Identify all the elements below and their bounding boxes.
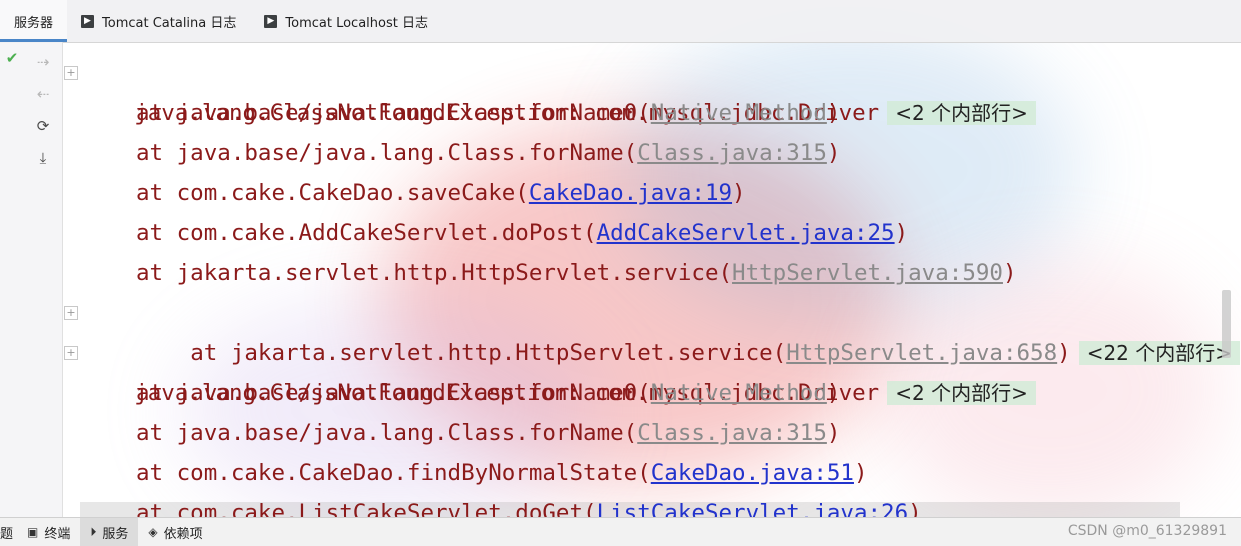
tab-services[interactable]: ⏵ 服务 <box>80 518 139 546</box>
expand-icon[interactable]: + <box>64 346 78 360</box>
stack-frame: at java.base/java.lang.Class.forName(Cla… <box>136 420 841 446</box>
stack-frame: at jakarta.servlet.http.HttpServlet.serv… <box>136 260 1017 286</box>
stack-frame: at com.cake.CakeDao.saveCake(CakeDao.jav… <box>136 180 746 206</box>
tab-server[interactable]: 服务器 <box>0 0 68 42</box>
expand-icon[interactable]: + <box>64 306 78 320</box>
folded-lines-badge[interactable]: <2 个内部行> <box>887 101 1036 125</box>
tab-label: Tomcat Localhost 日志 <box>285 15 428 31</box>
stack-frame: at com.cake.ListCakeServlet.doGet(ListCa… <box>63 493 922 517</box>
clipped-line <box>83 42 1083 49</box>
source-link[interactable]: Native Method <box>651 100 827 126</box>
stack-frame: at com.cake.CakeDao.findByNormalState(Ca… <box>136 460 868 486</box>
console-output[interactable]: + java.lang.ClassNotFoundException: com.m… <box>63 42 1241 517</box>
bottom-tab-label: 依赖项 <box>163 526 203 542</box>
stack-frame: + at jakarta.servlet.http.HttpServlet.ser… <box>63 293 1241 366</box>
source-link[interactable]: CakeDao.java:19 <box>529 180 732 206</box>
stack-frame: at java.base/java.lang.Class.forName0(Na… <box>136 380 841 406</box>
tab-catalina-log[interactable]: ▶ Tomcat Catalina 日志 <box>67 0 250 42</box>
source-link[interactable]: Class.java:315 <box>637 140 827 166</box>
deploy-icon[interactable]: ⤓ <box>33 148 53 168</box>
stack-frame: at com.cake.AddCakeServlet.doPost(AddCak… <box>136 220 909 246</box>
folded-lines-badge[interactable]: <22 个内部行> <box>1078 341 1241 365</box>
tab-dependencies[interactable]: ◈ 依赖项 <box>138 518 212 546</box>
stack-frame: at java.base/java.lang.Class.forName0(Na… <box>136 100 841 126</box>
step-back-icon[interactable]: ⇠ <box>33 84 53 104</box>
layers-icon: ◈ <box>148 525 158 539</box>
clipped-tab-label[interactable]: 题 <box>0 523 17 542</box>
source-link[interactable]: Native Method <box>651 380 827 406</box>
bottom-tool-bar: 题 ▣ 终端 ⏵ 服务 ◈ 依赖项 CSDN @m0_61329891 <box>0 517 1241 546</box>
terminal-icon: ▣ <box>27 525 39 539</box>
exception-line: + java.lang.ClassNotFoundException: com.m… <box>63 333 1036 406</box>
source-link[interactable]: Class.java:315 <box>637 420 827 446</box>
refresh-icon[interactable]: ⟳ <box>33 116 53 136</box>
source-link[interactable]: ListCakeServlet.java:26 <box>597 500 909 517</box>
tab-localhost-log[interactable]: ▶ Tomcat Localhost 日志 <box>250 0 442 42</box>
step-forward-icon[interactable]: ⇢ <box>33 52 53 72</box>
bottom-tab-label: 服务 <box>102 526 129 542</box>
source-link[interactable]: AddCakeServlet.java:25 <box>597 220 895 246</box>
vertical-scrollbar[interactable] <box>1222 290 1231 358</box>
tool-window-tabs: 服务器 ▶ Tomcat Catalina 日志 ▶ Tomcat Localh… <box>0 0 1241 43</box>
folded-lines-badge[interactable]: <2 个内部行> <box>887 381 1036 405</box>
expand-icon[interactable]: + <box>64 66 78 80</box>
play-icon: ⏵ <box>90 524 97 539</box>
tab-terminal[interactable]: ▣ 终端 <box>17 518 80 546</box>
checkmark-icon: ✔ <box>5 49 19 67</box>
console-toolbar: ✔ ⇢ ⇠ ⟳ ⤓ <box>0 42 63 517</box>
tab-label: 服务器 <box>14 15 54 31</box>
exception-line: + java.lang.ClassNotFoundException: com.m… <box>63 53 1036 126</box>
stack-frame: at java.base/java.lang.Class.forName(Cla… <box>136 140 841 166</box>
terminal-icon: ▶ <box>81 14 95 28</box>
tab-label: Tomcat Catalina 日志 <box>102 15 237 31</box>
watermark: CSDN @m0_61329891 <box>1067 523 1227 539</box>
source-link[interactable]: CakeDao.java:51 <box>651 460 854 486</box>
bottom-tab-label: 终端 <box>44 526 71 542</box>
source-link[interactable]: HttpServlet.java:590 <box>732 260 1003 286</box>
terminal-icon: ▶ <box>264 14 278 28</box>
